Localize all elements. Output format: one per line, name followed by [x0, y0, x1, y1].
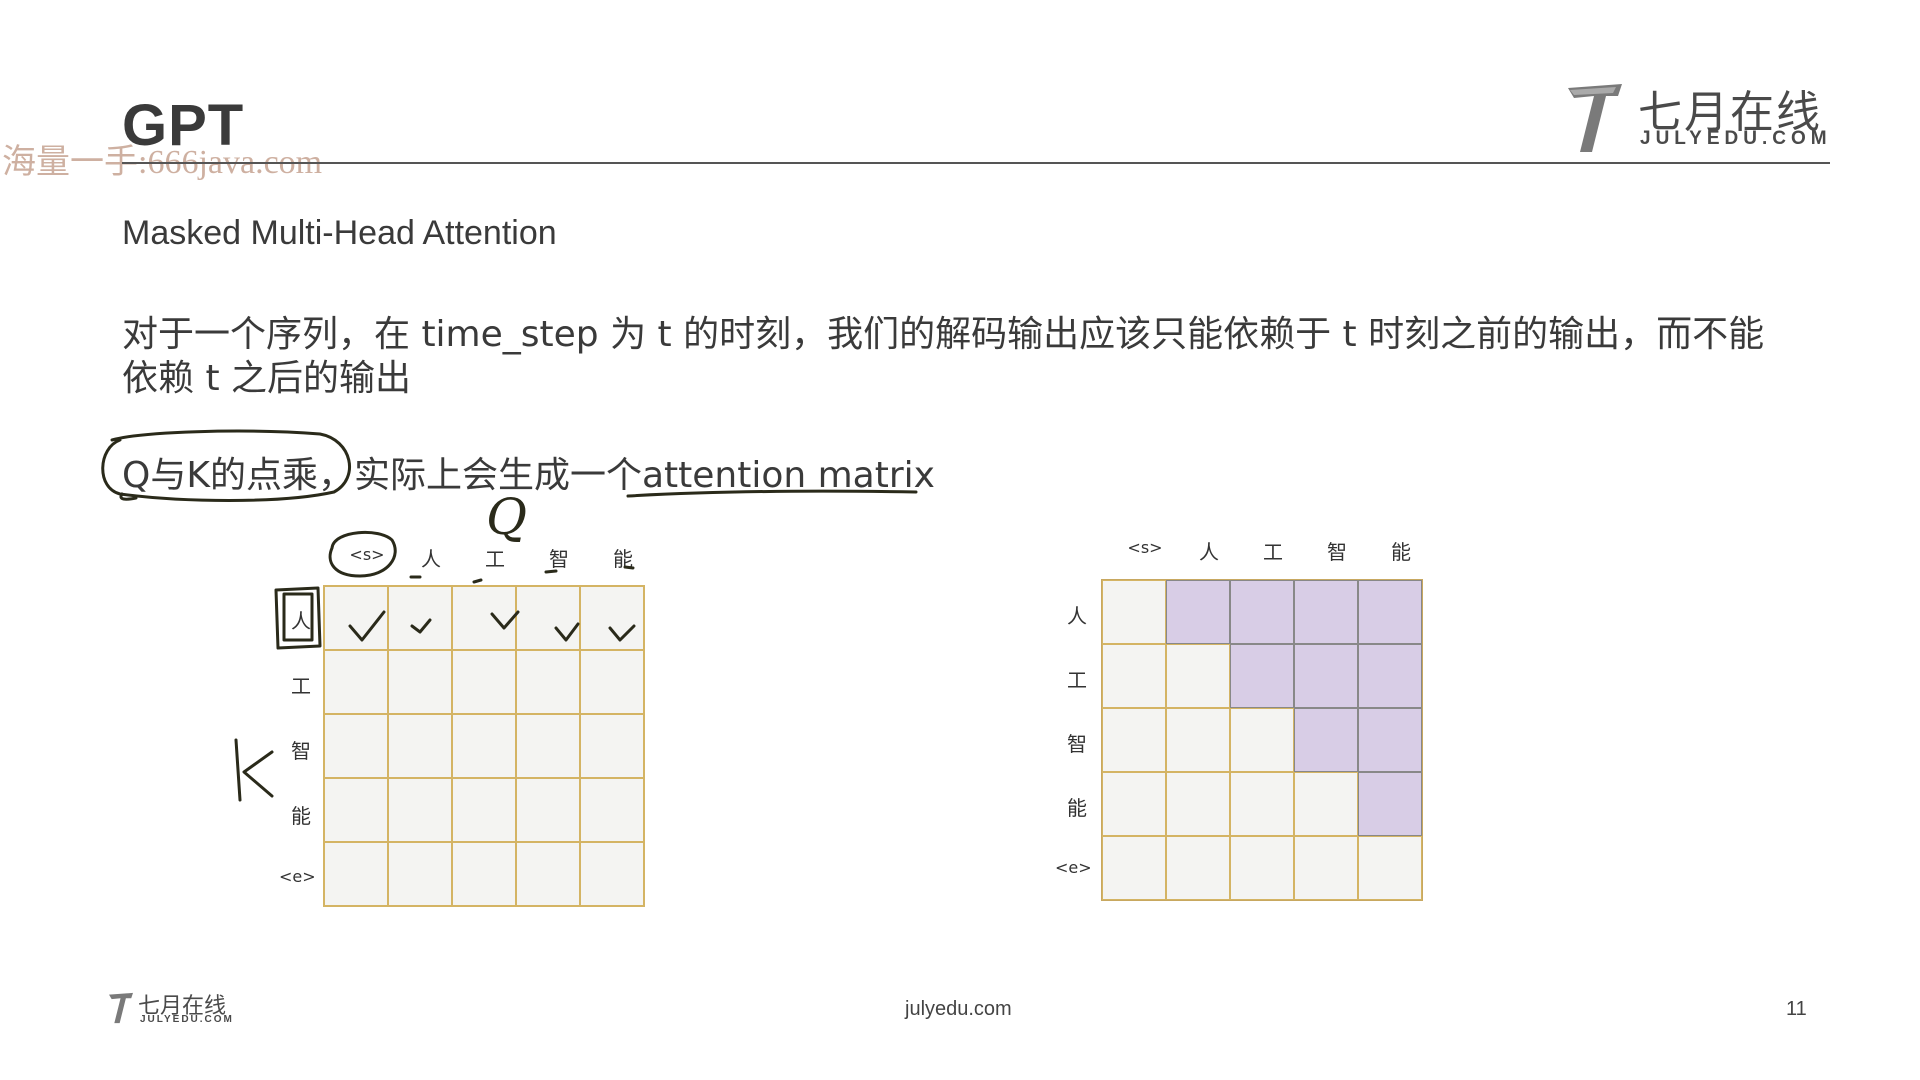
masked-cell: [1166, 580, 1230, 644]
matrix-cell: [1102, 708, 1166, 772]
left-attention-grid: [323, 585, 645, 907]
watermark: 海量一手:666java.com: [2, 144, 323, 181]
julyedu-logo: 七月在线 JULYEDU.COM: [1566, 78, 1830, 156]
matrix-cell: [1294, 772, 1358, 836]
left-col-label: <s>: [349, 545, 385, 564]
right-col-label: 工: [1263, 540, 1283, 564]
right-col-label: 能: [1391, 540, 1411, 564]
k-mark: [234, 738, 242, 802]
left-row-label: <e>: [279, 867, 316, 886]
matrix-cell: [1294, 836, 1358, 900]
body-paragraph: 对于一个序列，在 time_step 为 t 的时刻，我们的解码输出应该只能依赖…: [122, 314, 1765, 399]
masked-cell: [1230, 580, 1294, 644]
masked-cell: [1294, 644, 1358, 708]
matrix-cell: [1358, 836, 1422, 900]
masked-cell: [1358, 772, 1422, 836]
left-col-label: 智: [549, 547, 569, 571]
right-row-label: 智: [1067, 732, 1087, 756]
matrix-cell: [388, 714, 452, 778]
matrix-cell: [452, 714, 516, 778]
left-row-label: 能: [291, 804, 311, 828]
matrix-cell: [580, 842, 644, 906]
right-col-label: 智: [1327, 540, 1347, 564]
section-subtitle: Masked Multi-Head Attention: [122, 214, 557, 252]
masked-cell: [1294, 708, 1358, 772]
left-col-label: 能: [613, 547, 633, 571]
matrix-cell: [1102, 644, 1166, 708]
right-row-label: <e>: [1055, 858, 1092, 877]
logo-name-en: JULYEDU.COM: [1640, 128, 1832, 149]
matrix-cell: [1102, 772, 1166, 836]
matrix-cell: [452, 650, 516, 714]
matrix-cell: [324, 714, 388, 778]
matrix-cell: [1166, 836, 1230, 900]
matrix-cell: [580, 650, 644, 714]
masked-cell: [1358, 708, 1422, 772]
right-row-label: 人: [1067, 604, 1087, 628]
masked-cell: [1358, 580, 1422, 644]
attention-matrix-sentence: Q与K的点乘，实际上会生成一个attention matrix: [122, 455, 935, 496]
footer-logo: 七月在线 JULYEDU.COM: [108, 990, 248, 1030]
left-col-label: 人: [421, 547, 441, 571]
page-number: 11: [1786, 998, 1807, 1020]
matrix-cell: [388, 650, 452, 714]
masked-cell: [1358, 644, 1422, 708]
left-row-label: 工: [291, 674, 311, 698]
left-row-label: 人: [291, 609, 311, 633]
julyedu-logo-icon: [1568, 84, 1622, 152]
matrix-cell: [516, 586, 580, 650]
right-col-label: 人: [1199, 540, 1219, 564]
matrix-cell: [1102, 580, 1166, 644]
matrix-cell: [1230, 708, 1294, 772]
matrix-cell: [580, 778, 644, 842]
matrix-cell: [1230, 836, 1294, 900]
matrix-cell: [324, 842, 388, 906]
footer-url: julyedu.com: [905, 998, 1012, 1020]
matrix-cell: [1102, 836, 1166, 900]
matrix-cell: [324, 650, 388, 714]
matrix-cell: [1230, 772, 1294, 836]
matrix-cell: [388, 778, 452, 842]
masked-cell: [1230, 644, 1294, 708]
matrix-cell: [388, 842, 452, 906]
matrix-cell: [580, 714, 644, 778]
matrix-cell: [388, 586, 452, 650]
header-divider: [122, 162, 1830, 164]
left-col-label: 工: [485, 547, 505, 571]
matrix-cell: [452, 586, 516, 650]
masked-cell: [1294, 580, 1358, 644]
matrix-cell: [1166, 708, 1230, 772]
right-col-label: <s>: [1127, 538, 1163, 557]
matrix-cell: [516, 778, 580, 842]
right-masked-attention-grid: [1101, 579, 1423, 901]
matrix-cell: [516, 650, 580, 714]
k-mark: [242, 750, 274, 798]
tick-annotation: [472, 578, 483, 584]
matrix-cell: [580, 586, 644, 650]
matrix-cell: [1166, 772, 1230, 836]
matrix-cell: [452, 842, 516, 906]
matrix-cell: [452, 778, 516, 842]
right-row-label: 工: [1067, 668, 1087, 692]
footer-logo-icon: [109, 992, 133, 1024]
right-row-label: 能: [1067, 796, 1087, 820]
matrix-cell: [516, 842, 580, 906]
footer-logo-name-en: JULYEDU.COM: [140, 1014, 234, 1025]
matrix-cell: [324, 778, 388, 842]
matrix-cell: [324, 586, 388, 650]
matrix-cell: [1166, 644, 1230, 708]
left-row-label: 智: [291, 739, 311, 763]
matrix-cell: [516, 714, 580, 778]
